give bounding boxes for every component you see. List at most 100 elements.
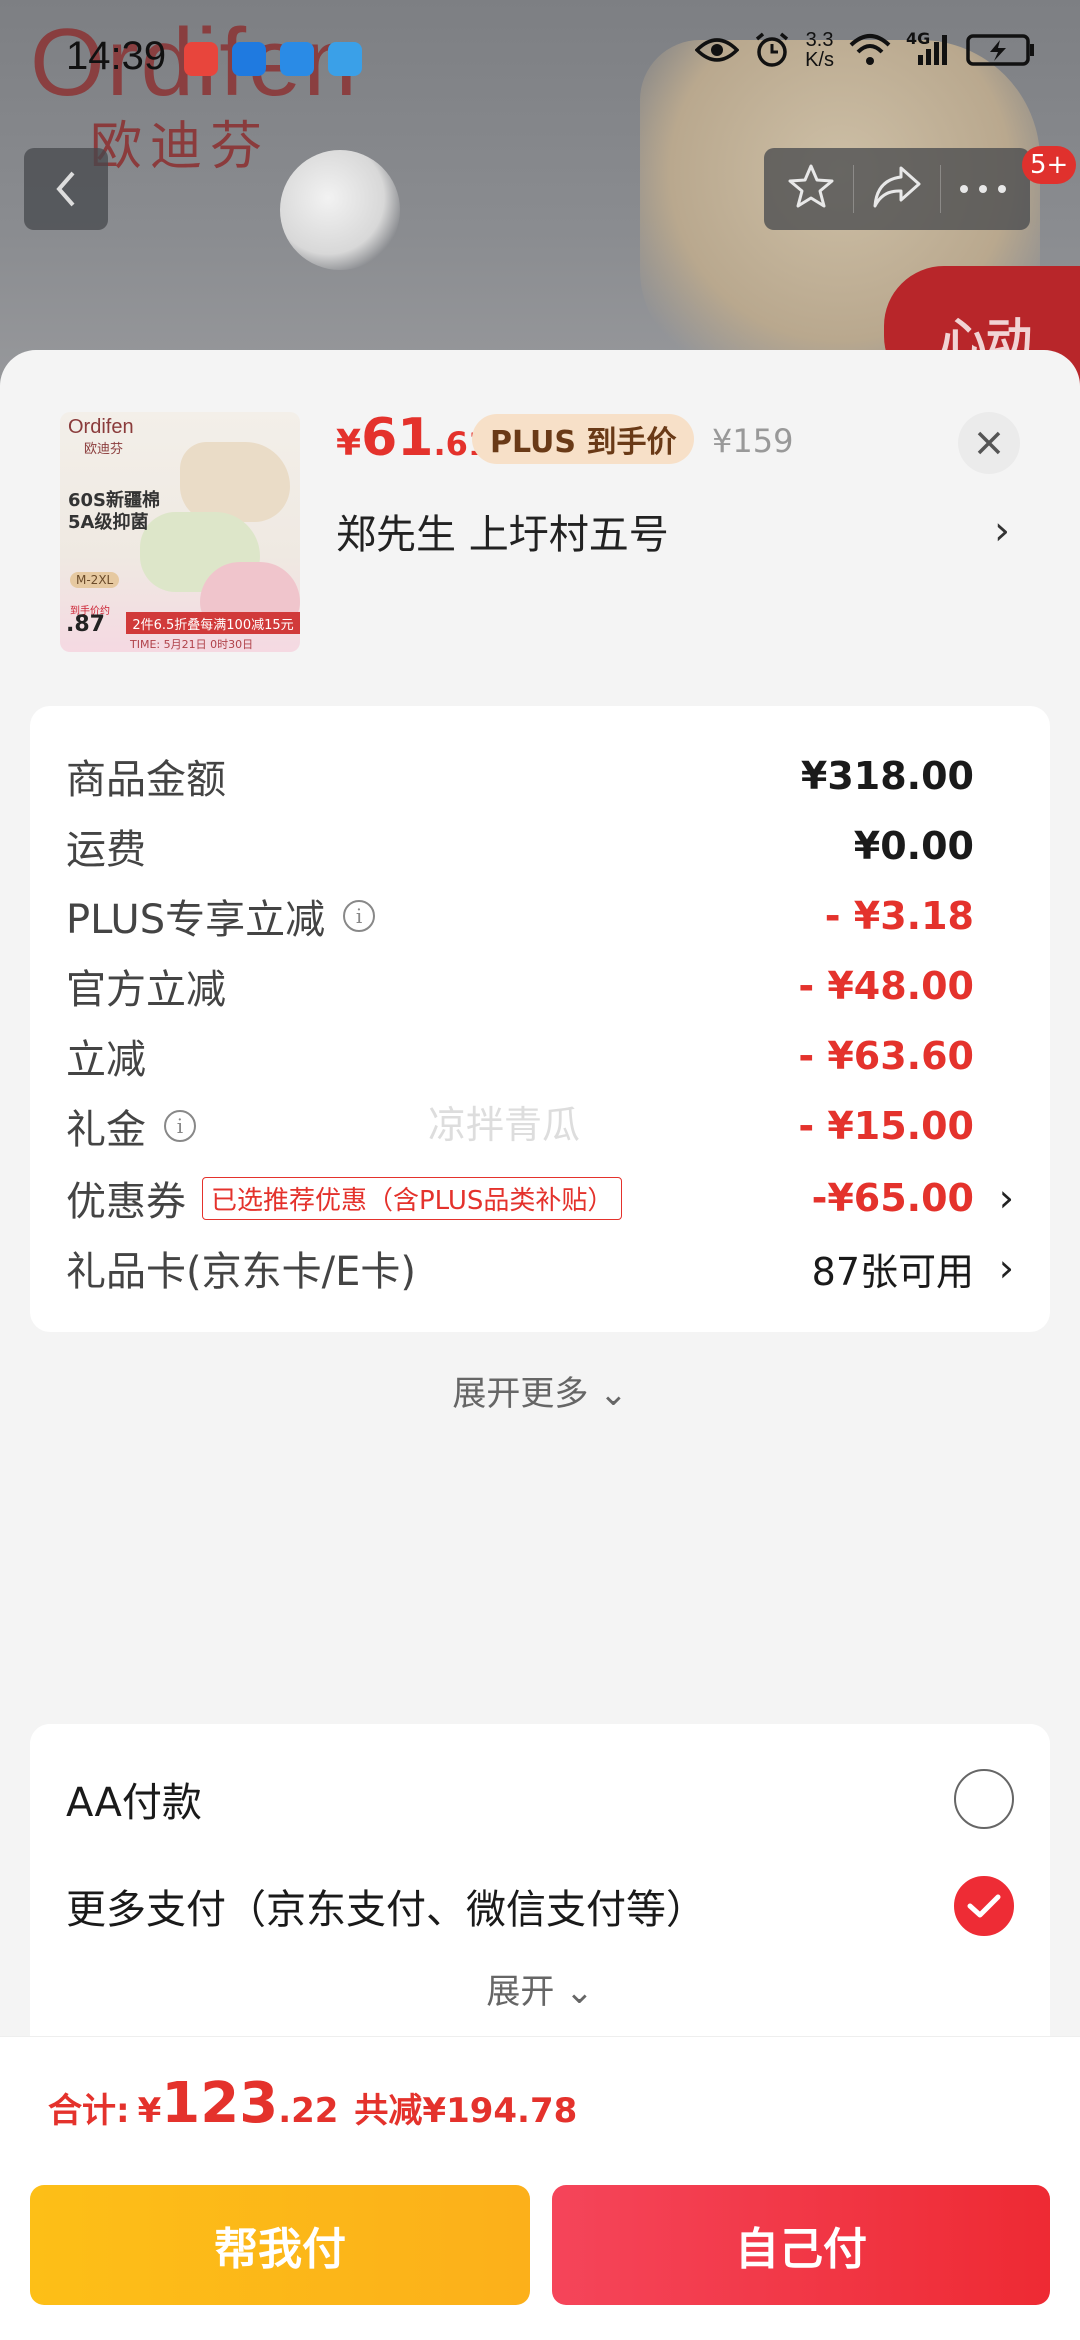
row-value: 87张可用 (811, 1249, 974, 1294)
row-label-text: PLUS专享立减 (66, 897, 326, 943)
row-value: - ¥15.00 (798, 1104, 974, 1148)
thumb-brand-cn: 欧迪芬 (84, 442, 124, 457)
brand-logo-cn: 欧迪芬 (90, 117, 271, 177)
thumb-brand: Ordifen (68, 416, 134, 438)
net-speed: 3.3 K/s (805, 30, 834, 70)
thumb-line-2: 5A级抑菌 (68, 512, 149, 533)
shield-app-icon (232, 42, 266, 76)
divider (939, 165, 941, 213)
row-official-discount: 官方立减 - ¥48.00 (66, 956, 1014, 1016)
row-gift-card[interactable]: 礼品卡(京东卡/E卡) 87张可用 › (66, 1238, 1014, 1298)
browser-app-icon (328, 42, 362, 76)
wifi-icon (848, 33, 892, 67)
price-breakdown-card: 商品金额 ¥318.00 运费 ¥0.00 PLUS专享立减 i - ¥3.18… (30, 706, 1050, 1332)
pay-option-label: AA付款 (66, 1780, 202, 1826)
shipping-address[interactable]: 郑先生 上圩村五号 (336, 502, 669, 560)
row-label: 优惠券 已选推荐优惠（含PLUS品类补贴） (66, 1169, 623, 1227)
row-value: - ¥48.00 (798, 964, 974, 1008)
share-button[interactable] (871, 164, 923, 214)
plus-price-tag: PLUS 到手价 (472, 414, 695, 464)
radio-unchecked[interactable] (954, 1769, 1014, 1829)
chevron-down-icon: ⌄ (565, 1972, 594, 2012)
row-value: ¥0.00 (853, 824, 974, 868)
pay-option-aa[interactable]: AA付款 (66, 1764, 1014, 1834)
watermark: 凉拌青瓜 (428, 1103, 581, 1147)
chevron-right-icon: › (994, 508, 1010, 554)
status-time: 14:39 (66, 34, 167, 78)
thumb-promo-banner: 2件6.5折叠每满100减15元 (126, 612, 300, 634)
more-icon (959, 184, 1006, 193)
thumb-size: M-2XL (70, 572, 120, 588)
alarm-icon (753, 31, 791, 69)
row-instant-discount: 立减 - ¥63.60 (66, 1026, 1014, 1086)
row-shipping: 运费 ¥0.00 (66, 816, 1014, 876)
total-summary: 合计: ¥ 123 .22 共减¥194.78 (48, 2071, 577, 2136)
total-saved: 共减¥194.78 (354, 2091, 578, 2131)
back-button[interactable] (24, 148, 108, 230)
total-decimal: .22 (278, 2091, 339, 2131)
net-speed-unit: K/s (805, 49, 834, 71)
net-speed-value: 3.3 (805, 29, 834, 51)
checkout-footer: 合计: ¥ 123 .22 共减¥194.78 帮我付 自己付 (0, 2036, 1080, 2340)
payment-options: AA付款 更多支付（京东支付、微信支付等） 展开 ⌄ (30, 1724, 1050, 2036)
message-count-badge: 5+ (1022, 146, 1077, 184)
price-integer: 61 (361, 408, 434, 468)
thumb-product-beige (180, 442, 290, 522)
row-label: 运费 (66, 827, 146, 873)
row-label: 礼品卡(京东卡/E卡) (66, 1249, 416, 1295)
chevron-right-icon: › (998, 1176, 1014, 1220)
product-thumbnail[interactable]: Ordifen 欧迪芬 60S新疆棉 5A级抑菌 M-2XL 到手价约 .87 … (60, 412, 300, 652)
row-value: ¥318.00 (800, 754, 974, 798)
plus-price: ¥ 61 .61 (336, 408, 490, 478)
total-currency: ¥ (137, 2091, 162, 2131)
close-icon (977, 431, 1001, 455)
row-goods-amount: 商品金额 ¥318.00 (66, 746, 1014, 806)
favorite-button[interactable] (786, 162, 836, 216)
row-label: 立减 (66, 1037, 146, 1083)
status-bar: 14:39 3.3 K/s 4G (0, 28, 1080, 92)
battery-icon (966, 33, 1036, 67)
info-icon[interactable]: i (343, 900, 376, 932)
row-label: 官方立减 (66, 967, 226, 1013)
help-me-pay-button[interactable]: 帮我付 (30, 2185, 530, 2305)
row-label: 商品金额 (66, 757, 226, 803)
radio-checked[interactable] (954, 1876, 1014, 1936)
pay-option-more[interactable]: 更多支付（京东支付、微信支付等） (66, 1871, 1014, 1941)
chevron-down-icon: ⌄ (599, 1374, 628, 1414)
share-icon (873, 166, 921, 208)
price-currency: ¥ (336, 423, 362, 464)
expand-label: 展开 (486, 1972, 555, 2012)
row-value: -¥65.00 (811, 1176, 974, 1220)
expand-more-button[interactable]: 展开更多 ⌄ (0, 1366, 1080, 1415)
app-notification-icon (184, 42, 218, 76)
row-value: - ¥63.60 (798, 1034, 974, 1078)
row-label: 礼金 i (66, 1097, 196, 1155)
pay-myself-button[interactable]: 自己付 (552, 2185, 1050, 2305)
row-coupon[interactable]: 优惠券 已选推荐优惠（含PLUS品类补贴） -¥65.00 › (66, 1168, 1014, 1228)
pay-option-label: 更多支付（京东支付、微信支付等） (66, 1887, 706, 1933)
row-value: - ¥3.18 (824, 894, 974, 938)
divider (853, 165, 855, 213)
coupon-tag: 已选推荐优惠（含PLUS品类补贴） (202, 1176, 623, 1220)
network-type: 4G (906, 29, 931, 48)
row-plus-discount: PLUS专享立减 i - ¥3.18 (66, 886, 1014, 946)
total-integer: 123 (161, 2071, 279, 2136)
check-icon (967, 1894, 1001, 1918)
top-action-bar (764, 148, 1030, 230)
star-icon (788, 164, 834, 208)
status-icons: 3.3 K/s 4G (695, 29, 1036, 70)
chevron-right-icon: › (998, 1246, 1014, 1290)
expand-payment-button[interactable]: 展开 ⌄ (30, 1964, 1050, 2013)
close-button[interactable] (958, 412, 1020, 474)
row-label-text: 礼金 (66, 1107, 146, 1153)
chat-app-icon (280, 42, 314, 76)
row-label-text: 优惠券 (66, 1179, 186, 1225)
more-button[interactable] (958, 180, 1008, 199)
info-icon[interactable]: i (164, 1110, 196, 1142)
thumb-price: .87 (66, 612, 105, 637)
total-label: 合计: (48, 2091, 130, 2131)
signal-icon: 4G (906, 29, 952, 67)
cotton-image (280, 150, 400, 270)
original-price: ¥159 (712, 422, 794, 460)
expand-more-label: 展开更多 (452, 1374, 589, 1414)
